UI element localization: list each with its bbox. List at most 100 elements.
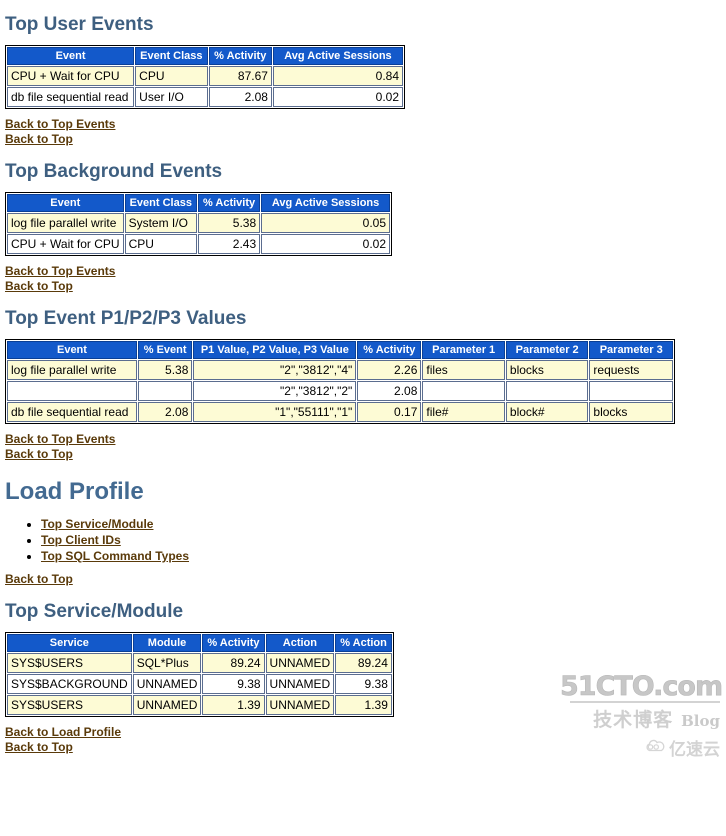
column-header-event: Event (7, 341, 137, 359)
table-row: db file sequential read 2.08 "1","55111"… (7, 402, 673, 422)
link-back-to-load-profile[interactable]: Back to Load Profile (5, 725, 121, 739)
cell-action: UNNAMED (265, 674, 335, 694)
cell-module: SQL*Plus (132, 653, 202, 673)
page-title-top-service-module: Top Service/Module (5, 601, 184, 622)
cell-pct-activity: 2.26 (357, 360, 422, 380)
column-header-event: Event (7, 47, 135, 65)
cell-pct-event: 2.08 (137, 402, 193, 422)
cell-pct-activity: 5.38 (197, 213, 261, 233)
link-line: Back to Top Events (5, 264, 726, 279)
table-row: SYS$USERS SQL*Plus 89.24 UNNAMED 89.24 (7, 653, 392, 673)
table-row: log file parallel write System I/O 5.38 … (7, 213, 390, 233)
cell-avg-active-sessions: 0.05 (261, 213, 390, 233)
cell-parameter-1 (422, 381, 505, 401)
cell-module: UNNAMED (132, 674, 202, 694)
cell-parameter-2: block# (505, 402, 589, 422)
cell-p1p2p3-value: "2","3812","2" (193, 381, 357, 401)
top-user-events-table: Event Event Class % Activity Avg Active … (5, 45, 405, 109)
table-header-row: Event Event Class % Activity Avg Active … (7, 47, 403, 65)
page-title-top-user-events: Top User Events (5, 14, 154, 35)
load-profile-links: Back to Top (5, 572, 726, 587)
link-back-to-top[interactable]: Back to Top (5, 447, 73, 461)
top-event-p1p2p3-table: Event % Event P1 Value, P2 Value, P3 Val… (5, 339, 675, 424)
link-line: Back to Top Events (5, 117, 726, 132)
link-back-to-top[interactable]: Back to Top (5, 279, 73, 293)
link-back-to-top-events[interactable]: Back to Top Events (5, 432, 115, 446)
page-title-load-profile: Load Profile (5, 478, 144, 505)
cell-pct-activity: 9.38 (202, 674, 265, 694)
column-header-avg-active-sessions: Avg Active Sessions (272, 47, 403, 65)
cell-pct-activity: 2.08 (357, 381, 422, 401)
cell-parameter-1: file# (422, 402, 505, 422)
column-header-p1p2p3-value: P1 Value, P2 Value, P3 Value (193, 341, 357, 359)
page-title-top-background-events: Top Background Events (5, 161, 223, 182)
cell-event-class: CPU (135, 66, 208, 86)
table-row: "2","3812","2" 2.08 (7, 381, 673, 401)
column-header-parameter-2: Parameter 2 (505, 341, 589, 359)
top-background-events-links: Back to Top Events Back to Top (5, 264, 726, 294)
link-back-to-top[interactable]: Back to Top (5, 740, 73, 754)
cell-event: log file parallel write (7, 213, 124, 233)
cell-event (7, 381, 137, 401)
column-header-pct-activity: % Activity (197, 194, 261, 212)
list-item: Top Client IDs (41, 532, 726, 548)
table-row: CPU + Wait for CPU CPU 2.43 0.02 (7, 234, 390, 254)
cell-action: UNNAMED (265, 695, 335, 715)
cell-service: SYS$BACKGROUND (7, 674, 132, 694)
cell-pct-activity: 89.24 (202, 653, 265, 673)
cell-event: log file parallel write (7, 360, 137, 380)
link-back-to-top[interactable]: Back to Top (5, 132, 73, 146)
table-row: CPU + Wait for CPU CPU 87.67 0.84 (7, 66, 403, 86)
column-header-event-class: Event Class (135, 47, 208, 65)
link-back-to-top-events[interactable]: Back to Top Events (5, 117, 115, 131)
cell-service: SYS$USERS (7, 695, 132, 715)
top-event-p1p2p3-links: Back to Top Events Back to Top (5, 432, 726, 462)
cell-parameter-2: blocks (505, 360, 589, 380)
column-header-pct-event: % Event (137, 341, 193, 359)
cell-avg-active-sessions: 0.02 (272, 87, 403, 107)
cell-pct-event (137, 381, 193, 401)
cell-pct-event: 5.38 (137, 360, 193, 380)
column-header-parameter-1: Parameter 1 (422, 341, 505, 359)
cell-event-class: System I/O (124, 213, 197, 233)
link-line: Back to Top (5, 447, 726, 462)
link-back-to-top[interactable]: Back to Top (5, 572, 73, 586)
link-line: Back to Top Events (5, 432, 726, 447)
top-user-events-table-wrap: Event Event Class % Activity Avg Active … (5, 45, 726, 109)
top-service-module-table-wrap: Service Module % Activity Action % Actio… (5, 632, 726, 717)
column-header-pct-activity: % Activity (208, 47, 272, 65)
list-item: Top SQL Command Types (41, 548, 726, 564)
link-top-sql-command-types[interactable]: Top SQL Command Types (41, 549, 189, 563)
cell-pct-action: 89.24 (335, 653, 392, 673)
table-header-row: Service Module % Activity Action % Actio… (7, 634, 392, 652)
cell-event: CPU + Wait for CPU (7, 66, 135, 86)
table-header-row: Event Event Class % Activity Avg Active … (7, 194, 390, 212)
cell-parameter-3: blocks (589, 402, 673, 422)
cell-event: db file sequential read (7, 87, 135, 107)
link-back-to-top-events[interactable]: Back to Top Events (5, 264, 115, 278)
link-line: Back to Top (5, 740, 726, 755)
table-row: SYS$BACKGROUND UNNAMED 9.38 UNNAMED 9.38 (7, 674, 392, 694)
link-top-client-ids[interactable]: Top Client IDs (41, 533, 121, 547)
cell-pct-action: 1.39 (335, 695, 392, 715)
cell-event-class: CPU (124, 234, 197, 254)
cell-action: UNNAMED (265, 653, 335, 673)
cell-pct-activity: 87.67 (208, 66, 272, 86)
column-header-action: Action (265, 634, 335, 652)
table-row: log file parallel write 5.38 "2","3812",… (7, 360, 673, 380)
cell-event: CPU + Wait for CPU (7, 234, 124, 254)
cell-event: db file sequential read (7, 402, 137, 422)
top-service-module-table: Service Module % Activity Action % Actio… (5, 632, 394, 717)
cell-pct-activity: 1.39 (202, 695, 265, 715)
top-event-p1p2p3-table-wrap: Event % Event P1 Value, P2 Value, P3 Val… (5, 339, 726, 424)
cell-parameter-1: files (422, 360, 505, 380)
column-header-pct-action: % Action (335, 634, 392, 652)
top-user-events-links: Back to Top Events Back to Top (5, 117, 726, 147)
link-line: Back to Load Profile (5, 725, 726, 740)
cell-parameter-2 (505, 381, 589, 401)
column-header-service: Service (7, 634, 132, 652)
cell-parameter-3 (589, 381, 673, 401)
cell-pct-activity: 2.08 (208, 87, 272, 107)
cell-p1p2p3-value: "1","55111","1" (193, 402, 357, 422)
link-top-service-module[interactable]: Top Service/Module (41, 517, 153, 531)
